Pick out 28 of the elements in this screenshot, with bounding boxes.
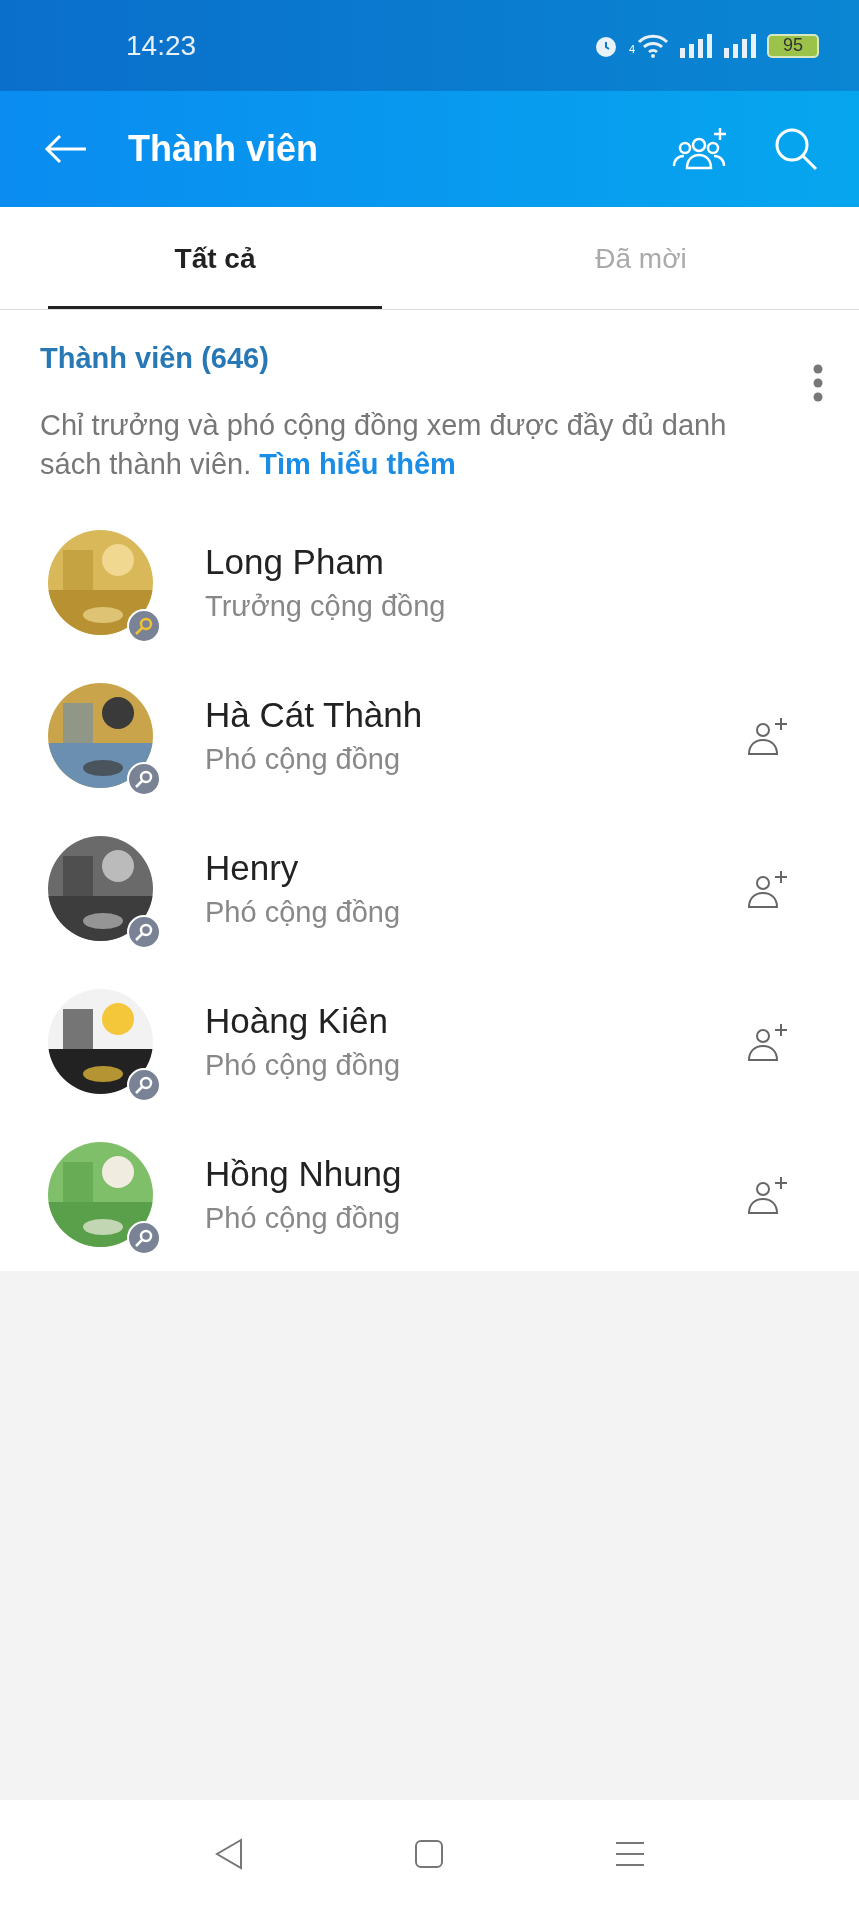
home-nav-button[interactable] (413, 1839, 444, 1869)
section-title: Thành viên (646) (40, 341, 269, 375)
member-role: Phó cộng đồng (205, 896, 402, 929)
member-name: Henry (205, 848, 300, 888)
learn-more-link[interactable]: Tìm hiểu thêm (259, 448, 456, 480)
signal-icon (679, 33, 713, 58)
member-role: Phó cộng đồng (205, 743, 402, 776)
member-role: Trưởng cộng đồng (205, 590, 447, 623)
more-button[interactable] (813, 364, 823, 402)
wifi-icon (637, 33, 669, 58)
tab[interactable]: Đã mời (474, 207, 808, 309)
signal-icon (723, 33, 757, 58)
network-type: 4 (628, 42, 635, 55)
member-name: Long Pham (205, 542, 386, 582)
member-role: Phó cộng đồng (205, 1202, 402, 1235)
add-members-button[interactable] (671, 126, 729, 172)
back-button[interactable] (44, 134, 88, 164)
section-description: Chỉ trưởng và phó cộng đồng xem được đầy đủ danh sách thành viên. Tìm hiểu thêm (40, 408, 728, 482)
member-role: Phó cộng đồng (205, 1049, 402, 1082)
member-name: Hồng Nhung (205, 1154, 403, 1194)
member-name: Hà Cát Thành (205, 695, 424, 735)
status-time: 14:23 (126, 29, 197, 62)
search-button[interactable] (773, 126, 819, 172)
member-name: Hoàng Kiên (205, 1001, 389, 1041)
page-title: Thành viên (128, 128, 319, 170)
battery-level: 95 (767, 33, 819, 58)
menu-nav-button[interactable] (613, 1840, 646, 1868)
back-nav-button[interactable] (213, 1838, 244, 1870)
